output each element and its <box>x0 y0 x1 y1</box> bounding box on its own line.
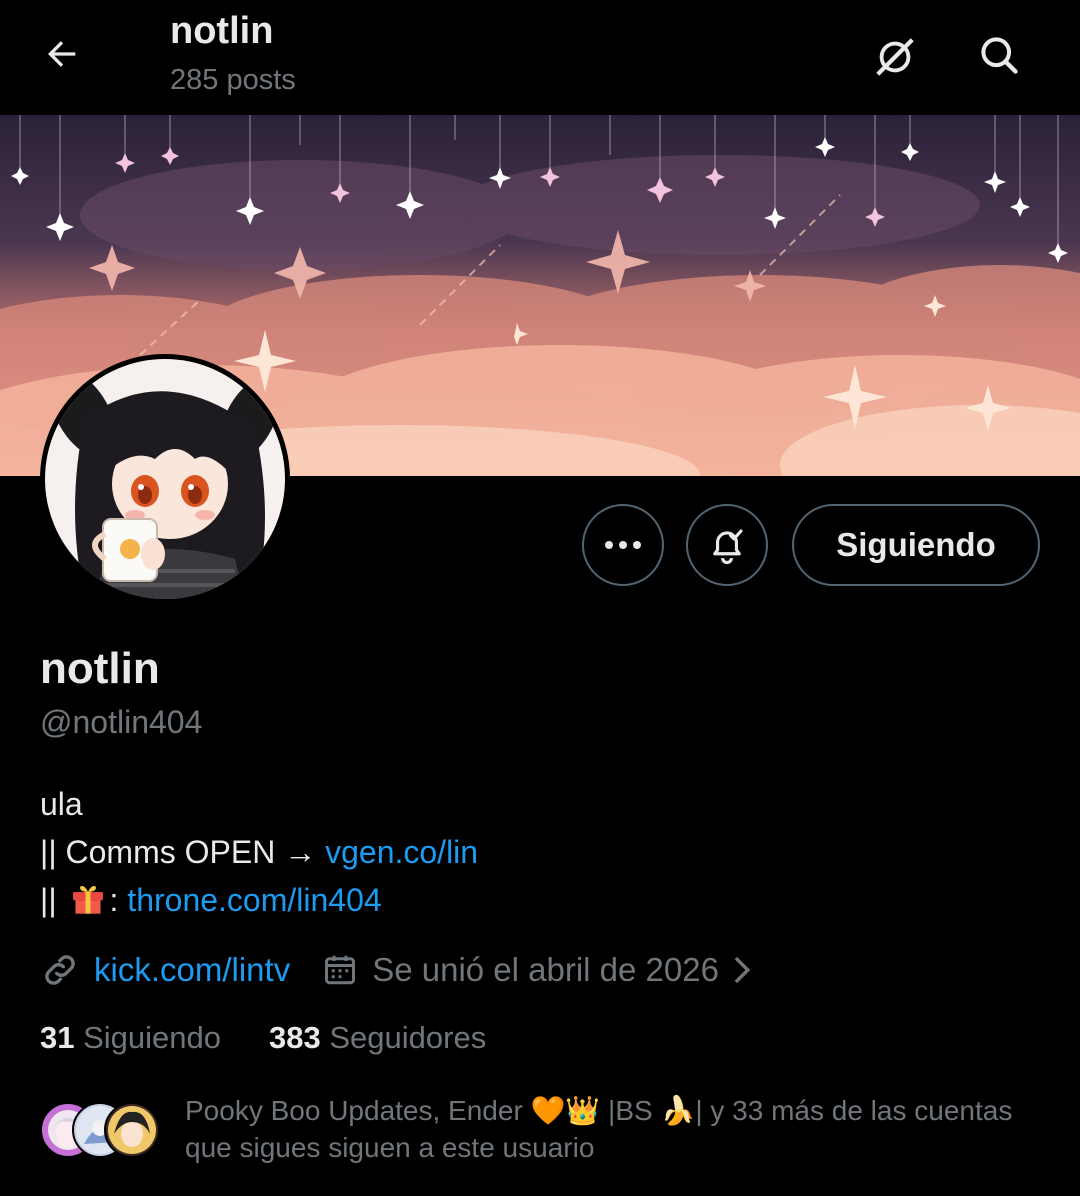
bio-line-3-separator: : <box>109 882 128 918</box>
profile-meta-row: kick.com/lintv Se unió el abril de 2026 <box>40 946 753 994</box>
more-horizontal-icon <box>605 541 641 549</box>
search-button[interactable] <box>972 28 1026 82</box>
profile-avatar[interactable] <box>40 354 290 604</box>
notifications-button[interactable] <box>686 504 768 586</box>
joined-date[interactable]: Se unió el abril de 2026 <box>372 951 719 989</box>
chevron-right-icon[interactable] <box>729 953 753 987</box>
following-button[interactable]: Siguiendo <box>792 504 1040 586</box>
follow-counts: 31 Siguiendo 383 Seguidores <box>40 1020 534 1056</box>
bio-line-2-prefix: || Comms OPEN → <box>40 834 326 870</box>
arrow-left-icon <box>48 41 76 67</box>
following-count-link[interactable]: 31 Siguiendo <box>40 1020 221 1056</box>
header-posts-count: 285 posts <box>170 64 296 96</box>
calendar-icon <box>322 952 358 988</box>
bell-check-icon <box>713 529 743 565</box>
followers-count: 383 <box>269 1020 321 1055</box>
followers-you-know-text: Pooky Boo Updates, Ender 🧡👑 |BS 🍌| y 33 … <box>185 1095 1013 1163</box>
avatar-illustration <box>45 359 285 599</box>
header-title: notlin <box>170 10 274 52</box>
bio-line-2: || Comms OPEN → vgen.co/lin <box>40 828 478 876</box>
more-options-button[interactable] <box>582 504 664 586</box>
vgen-link[interactable]: vgen.co/lin <box>325 834 478 870</box>
website-link[interactable]: kick.com/lintv <box>94 951 290 989</box>
gift-icon <box>68 877 108 930</box>
bio-line-1: ula <box>40 786 83 822</box>
following-label: Siguiendo <box>83 1020 222 1055</box>
grok-button[interactable] <box>868 30 922 84</box>
user-handle: @notlin404 <box>40 704 203 740</box>
bio-line-3: || : throne.com/lin404 <box>40 876 478 930</box>
profile-bio: ula || Comms OPEN → vgen.co/lin || : thr… <box>40 780 478 930</box>
search-icon <box>981 37 1018 74</box>
throne-link[interactable]: throne.com/lin404 <box>127 882 381 918</box>
followers-label: Seguidores <box>329 1020 487 1055</box>
mini-avatar-stack <box>40 1102 160 1158</box>
link-icon <box>40 950 80 990</box>
grok-icon <box>876 38 914 76</box>
avatar <box>104 1102 160 1158</box>
top-bar: notlin 285 posts <box>0 0 1080 115</box>
bio-line-3-prefix: || <box>40 882 66 918</box>
display-name: notlin <box>40 644 160 693</box>
followers-count-link[interactable]: 383 Seguidores <box>269 1020 486 1056</box>
back-button[interactable] <box>38 30 86 78</box>
following-count: 31 <box>40 1020 75 1055</box>
